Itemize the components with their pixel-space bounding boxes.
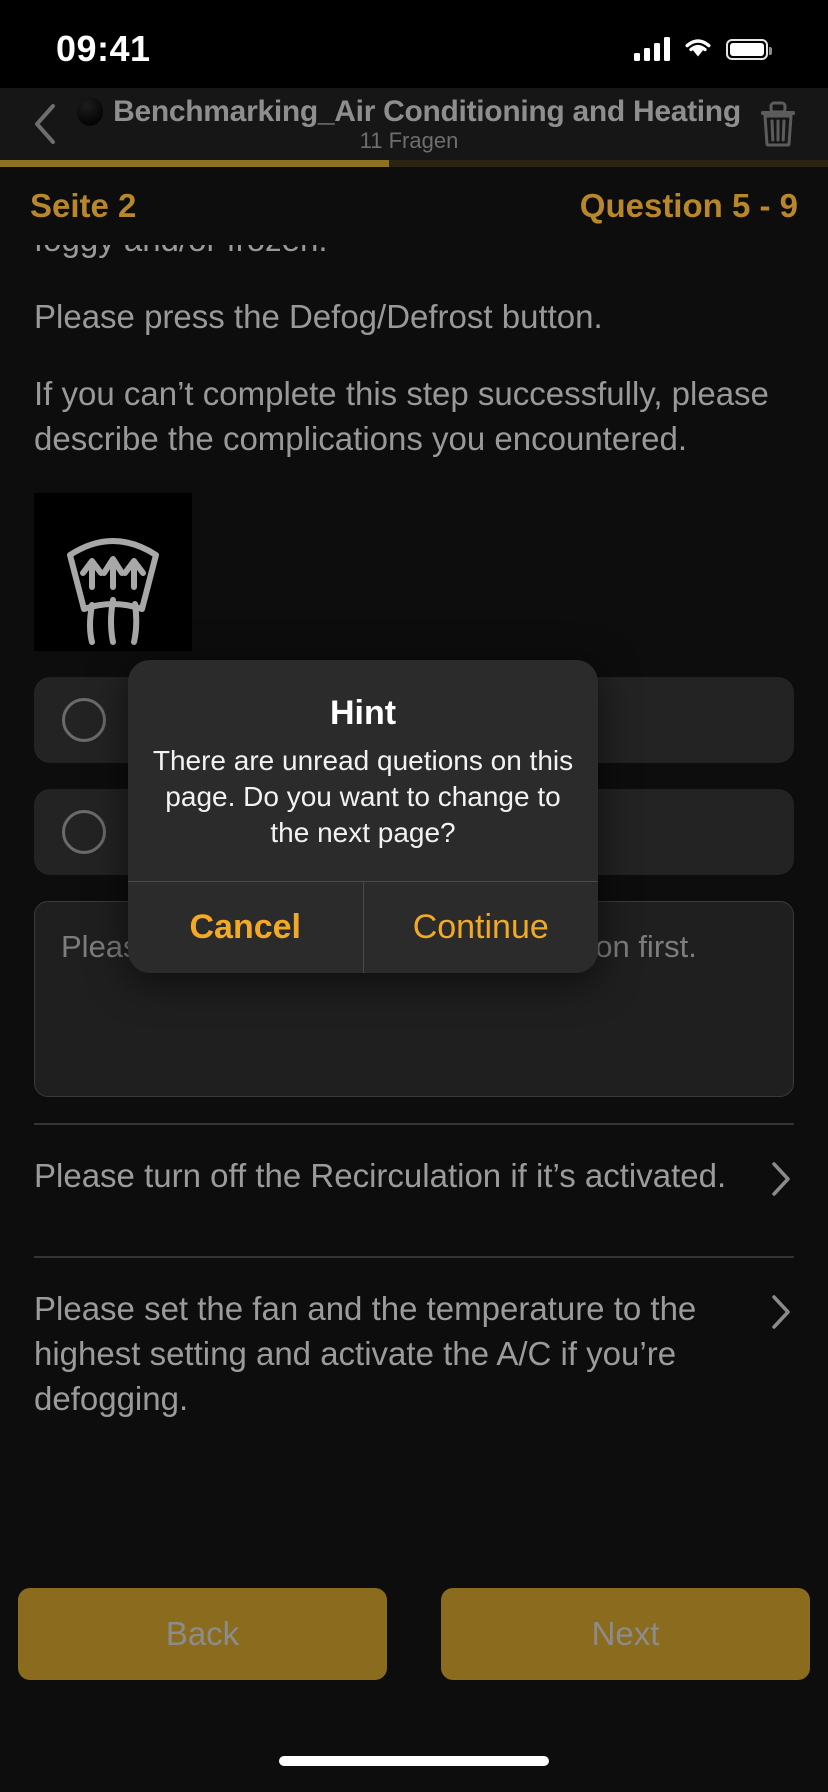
battery-full-icon (726, 38, 772, 60)
chevron-right-icon (768, 1153, 794, 1204)
choice-option-2-label: O (132, 814, 157, 849)
next-question-item-1[interactable]: Please turn off the Recirculation if it’… (34, 1125, 794, 1230)
nav-header: Benchmarking_Air Conditioning and Heatin… (0, 88, 828, 160)
question-scroll-area[interactable]: foggy and/or frozen. Please press the De… (0, 245, 828, 1587)
page-title: Benchmarking_Air Conditioning and Heatin… (113, 94, 741, 128)
status-bar: 09:41 (0, 0, 828, 88)
footer-navigation: Back Next (0, 1574, 828, 1694)
answer-placeholder: Please provide an answer to the question… (61, 929, 697, 964)
wifi-icon (682, 35, 714, 64)
radio-button-icon[interactable] (62, 698, 106, 742)
windshield-defrost-icon (67, 538, 159, 645)
choice-option-2[interactable]: O (34, 789, 794, 875)
radio-button-icon[interactable] (62, 810, 106, 854)
question-clipped-line: foggy and/or frozen. (34, 245, 794, 262)
nav-title-block: Benchmarking_Air Conditioning and Heatin… (68, 95, 750, 154)
next-question-item-2[interactable]: Please set the fan and the temperature t… (34, 1258, 794, 1447)
chevron-left-icon (35, 104, 55, 144)
question-paragraph-1: Please press the Defog/Defrost button. (34, 298, 603, 335)
trash-icon (761, 101, 795, 147)
survey-avatar-icon (77, 97, 104, 126)
delete-button[interactable] (750, 96, 806, 152)
question-image (34, 493, 192, 651)
next-page-button[interactable]: Next (441, 1588, 810, 1680)
choice-option-1[interactable]: O (34, 677, 794, 763)
question-count-label: 11 Fragen (359, 127, 459, 153)
chevron-right-icon (768, 1286, 794, 1337)
back-button[interactable] (22, 101, 68, 147)
cellular-signal-icon (634, 37, 670, 61)
answer-textarea[interactable]: Please provide an answer to the question… (34, 901, 794, 1097)
back-page-button[interactable]: Back (18, 1588, 387, 1680)
question-text-block: foggy and/or frozen. Please press the De… (0, 245, 828, 461)
home-indicator (279, 1756, 549, 1766)
status-bar-indicators (634, 35, 772, 64)
phone-screen: 09:41 Benchmarking_Air Conditioning and (0, 0, 828, 1792)
question-paragraph-2: If you can’t complete this step successf… (34, 375, 769, 457)
progress-bar-fill (0, 160, 390, 167)
progress-bar (0, 160, 828, 167)
question-range-label: Question 5 - 9 (579, 187, 798, 224)
choice-option-1-label: O (132, 702, 157, 737)
next-question-item-2-text: Please set the fan and the temperature t… (34, 1290, 697, 1417)
next-question-item-1-text: Please turn off the Recirculation if it’… (34, 1157, 727, 1194)
page-number-label: Seite 2 (30, 187, 137, 224)
status-bar-time: 09:41 (56, 28, 151, 69)
page-meta-row: Seite 2 Question 5 - 9 (0, 167, 828, 245)
